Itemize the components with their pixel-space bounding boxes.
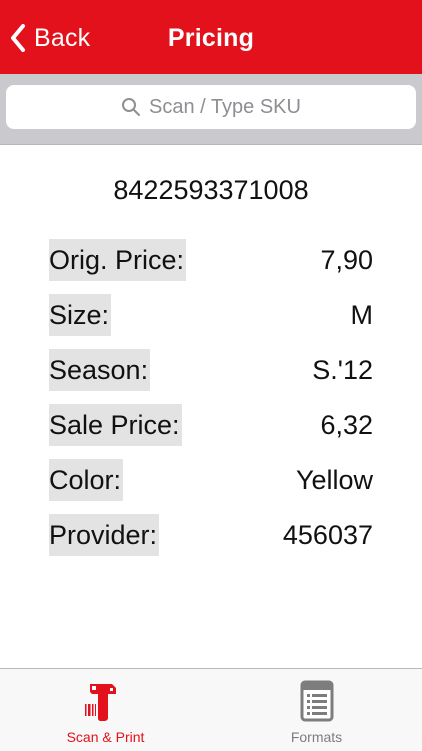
tab-label: Scan & Print [66, 729, 145, 745]
field-value: S.'12 [312, 355, 373, 385]
search-bar: Scan / Type SKU [0, 74, 422, 145]
navigation-bar: Back Pricing [0, 0, 422, 74]
field-row-orig-price: Orig. Price: 7,90 [49, 239, 373, 281]
field-label: Orig. Price: [49, 239, 187, 281]
tab-bar: Scan & Print Formats [0, 668, 422, 751]
field-label: Sale Price: [49, 404, 182, 446]
tab-label: Formats [290, 729, 343, 745]
sku-number: 8422593371008 [113, 175, 309, 205]
field-value: Yellow [295, 465, 373, 495]
field-value: M [350, 300, 374, 330]
tab-scan-print[interactable]: Scan & Print [0, 669, 211, 751]
search-placeholder: Scan / Type SKU [149, 95, 301, 118]
search-icon [122, 98, 141, 116]
field-label: Provider: [49, 514, 160, 556]
field-row-color: Color: Yellow [49, 459, 373, 501]
field-value: 456037 [282, 520, 373, 550]
tab-formats[interactable]: Formats [211, 669, 422, 751]
field-row-season: Season: S.'12 [49, 349, 373, 391]
field-label: Color: [49, 459, 124, 501]
field-row-sale-price: Sale Price: 6,32 [49, 404, 373, 446]
field-label: Size: [49, 294, 112, 336]
field-row-size: Size: M [49, 294, 373, 336]
barcode-scanner-icon [84, 684, 116, 721]
field-label: Season: [49, 349, 151, 391]
field-value: 7,90 [320, 245, 373, 275]
page-title: Pricing [167, 24, 255, 52]
formats-list-icon [300, 680, 333, 722]
field-row-provider: Provider: 456037 [49, 514, 373, 556]
search-input[interactable]: Scan / Type SKU [6, 85, 416, 129]
field-value: 6,32 [320, 410, 373, 440]
